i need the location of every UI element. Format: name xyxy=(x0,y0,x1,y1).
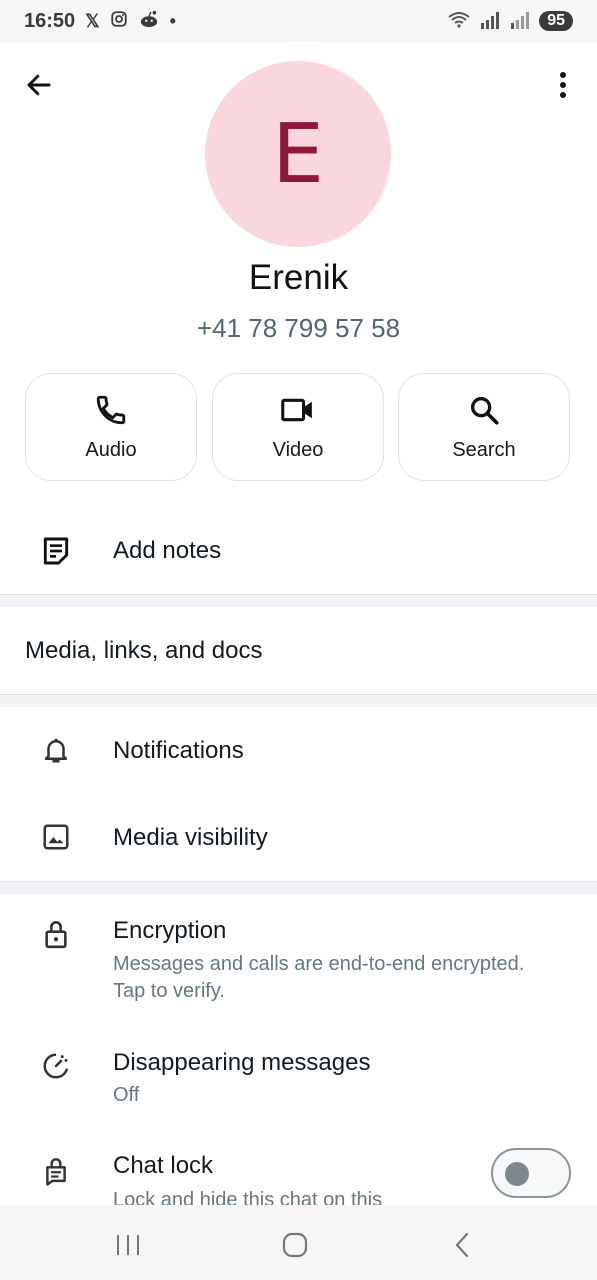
chat-lock-title: Chat lock xyxy=(113,1152,214,1179)
wifi-icon xyxy=(447,11,471,32)
encryption-title: Encryption xyxy=(113,917,227,944)
more-vertical-icon xyxy=(560,72,566,98)
phone-icon xyxy=(96,395,126,424)
disappearing-messages-row[interactable]: Disappearing messages Off xyxy=(0,1030,597,1130)
status-time: 16:50 xyxy=(24,9,76,32)
instagram-icon xyxy=(110,10,128,33)
chat-lock-icon xyxy=(38,1153,74,1189)
video-call-button[interactable]: Video xyxy=(212,373,384,481)
search-label: Search xyxy=(452,438,516,461)
image-icon xyxy=(38,819,74,855)
media-visibility-label: Media visibility xyxy=(113,824,268,851)
reddit-icon xyxy=(138,10,160,33)
disappearing-title: Disappearing messages xyxy=(113,1049,371,1076)
status-right: 95 xyxy=(447,11,573,32)
avatar-letter: E xyxy=(272,106,324,202)
notifications-label: Notifications xyxy=(113,737,244,764)
notifications-row[interactable]: Notifications xyxy=(0,706,597,794)
signal-icon-2 xyxy=(509,11,531,32)
status-left: 16:50 𝕏 • xyxy=(24,10,176,33)
media-links-docs-label: Media, links, and docs xyxy=(25,637,263,664)
home-icon xyxy=(282,1232,308,1258)
search-button[interactable]: Search xyxy=(398,373,570,481)
nav-back-button[interactable] xyxy=(442,1225,482,1265)
audio-label: Audio xyxy=(85,438,137,461)
chat-lock-toggle[interactable] xyxy=(491,1148,571,1198)
chevron-left-icon xyxy=(455,1232,469,1258)
system-nav-bar xyxy=(0,1205,597,1280)
lock-icon xyxy=(38,916,74,952)
bell-icon xyxy=(38,732,74,768)
home-button[interactable] xyxy=(275,1225,315,1265)
recent-apps-icon xyxy=(117,1235,139,1255)
dot-icon: • xyxy=(169,10,176,31)
status-bar: 16:50 𝕏 • 95 xyxy=(0,0,597,42)
back-button[interactable] xyxy=(22,68,56,102)
add-notes-label: Add notes xyxy=(113,537,222,564)
arrow-left-icon xyxy=(27,74,51,96)
search-icon xyxy=(470,396,499,425)
contact-phone: +41 78 799 57 58 xyxy=(196,313,401,343)
media-links-docs-row[interactable]: Media, links, and docs xyxy=(0,607,597,694)
notes-icon xyxy=(38,533,74,569)
x-icon: 𝕏 xyxy=(85,10,100,31)
battery-indicator: 95 xyxy=(539,11,573,31)
audio-call-button[interactable]: Audio xyxy=(25,373,197,481)
toggle-knob xyxy=(505,1162,529,1186)
more-options-button[interactable] xyxy=(548,68,578,102)
chat-lock-subtitle: Lock and hide this chat on this xyxy=(113,1189,383,1205)
timer-icon xyxy=(38,1048,74,1084)
signal-icon xyxy=(479,11,501,32)
video-icon xyxy=(281,398,312,421)
section-divider xyxy=(0,594,597,607)
contact-name: Erenik xyxy=(248,258,349,297)
recent-apps-button[interactable] xyxy=(108,1225,148,1265)
contact-avatar[interactable]: E xyxy=(205,61,391,247)
disappearing-subtitle: Off xyxy=(113,1084,140,1106)
media-visibility-row[interactable]: Media visibility xyxy=(0,794,597,881)
encryption-subtitle: Messages and calls are end-to-end encryp… xyxy=(113,953,525,1002)
video-label: Video xyxy=(272,438,324,461)
add-notes-row[interactable]: Add notes xyxy=(0,508,597,594)
encryption-row[interactable]: Encryption Messages and calls are end-to… xyxy=(0,893,597,1018)
